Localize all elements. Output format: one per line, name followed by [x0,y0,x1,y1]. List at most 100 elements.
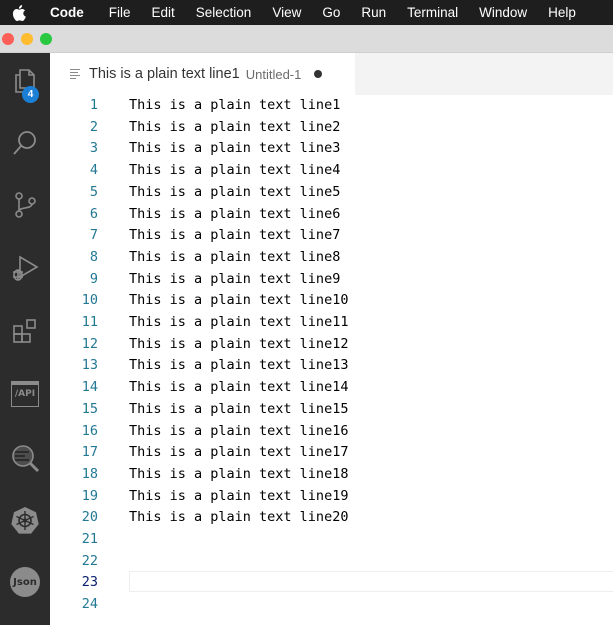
editor-line[interactable]: 15 This is a plain text line15 [50,399,613,421]
line-number: 4 [89,162,98,179]
line-text[interactable]: This is a plain text line20 [129,507,348,529]
line-text[interactable]: This is a plain text line9 [129,269,340,291]
editor-line[interactable]: 5 This is a plain text line5 [50,182,613,204]
editor-line[interactable]: 23 [50,571,613,594]
editor-line[interactable]: 13 This is a plain text line13 [50,355,613,377]
source-control-icon [11,191,39,219]
line-number: 23 [81,574,98,591]
line-text[interactable]: This is a plain text line12 [129,334,348,356]
line-number: 19 [81,487,98,504]
line-text[interactable]: This is a plain text line11 [129,312,348,334]
editor-line[interactable]: 19 This is a plain text line19 [50,486,613,508]
line-number: 17 [81,444,98,461]
menu-file[interactable]: File [109,5,131,20]
editor-line[interactable]: 3 This is a plain text line3 [50,138,613,160]
menu-terminal[interactable]: Terminal [407,5,458,20]
line-number: 5 [89,183,98,200]
editor-line[interactable]: 2 This is a plain text line2 [50,117,613,139]
line-number: 6 [89,205,98,222]
line-text[interactable]: This is a plain text line1 [129,95,340,117]
line-text[interactable]: This is a plain text line4 [129,160,340,182]
editor-line[interactable]: 22 [50,551,613,573]
line-number: 7 [89,227,98,244]
line-text[interactable]: This is a plain text line5 [129,182,340,204]
menu-view[interactable]: View [272,5,301,20]
line-text[interactable]: This is a plain text line14 [129,377,348,399]
line-text[interactable]: This is a plain text line6 [129,204,340,226]
menu-go[interactable]: Go [322,5,340,20]
line-text[interactable]: This is a plain text line17 [129,442,348,464]
json-icon: Json [10,567,40,597]
search-button[interactable] [0,118,50,168]
editor-line[interactable]: 20 This is a plain text line20 [50,507,613,529]
editor-line[interactable]: 17 This is a plain text line17 [50,442,613,464]
line-number: 11 [81,314,98,330]
editor-area[interactable]: 1 This is a plain text line1 2 This is a pl… [50,95,613,625]
editor-line[interactable]: 18 This is a plain text line18 [50,464,613,486]
menu-help[interactable]: Help [548,5,576,20]
menu-run[interactable]: Run [361,5,386,20]
line-number: 21 [81,531,98,547]
minimize-window-button[interactable] [21,33,33,45]
line-number: 2 [89,118,98,135]
run-debug-button[interactable] [0,243,50,293]
line-text[interactable]: This is a plain text line16 [129,421,348,443]
api-icon-label: /API [14,389,36,399]
line-number: 22 [81,552,98,569]
line-text[interactable]: This is a plain text line3 [129,138,340,160]
editor-line[interactable]: 14 This is a plain text line14 [50,377,613,399]
line-number: 10 [81,292,98,309]
menu-selection[interactable]: Selection [196,5,252,20]
line-number: 3 [89,140,98,157]
editor-line[interactable]: 4 This is a plain text line4 [50,160,613,182]
line-text[interactable]: This is a plain text line10 [129,290,348,312]
line-number: 1 [89,97,98,113]
line-text[interactable]: This is a plain text line2 [129,117,340,139]
line-number: 12 [81,335,98,352]
editor-line[interactable]: 16 This is a plain text line16 [50,421,613,443]
editor-line[interactable]: 7 This is a plain text line7 [50,225,613,247]
line-text[interactable]: This is a plain text line13 [129,355,348,377]
menu-app-name[interactable]: Code [50,5,84,20]
json-icon-label: Json [13,576,37,588]
editor-line[interactable]: 8 This is a plain text line8 [50,247,613,269]
line-number: 24 [81,596,98,613]
zoom-window-button[interactable] [40,33,52,45]
line-text[interactable]: This is a plain text line18 [129,464,348,486]
editor-tab[interactable]: This is a plain text line1 Untitled-1 [50,53,355,95]
inspect-icon [10,443,40,473]
line-number: 20 [81,509,98,526]
explorer-badge: 4 [22,86,39,103]
editor-line[interactable]: 6 This is a plain text line6 [50,204,613,226]
explorer-button[interactable]: 4 [0,56,50,106]
menu-edit[interactable]: Edit [152,5,175,20]
api-button[interactable]: /API [0,369,50,419]
current-line-highlight [129,571,613,593]
search-icon [11,129,39,157]
unsaved-dot-icon[interactable] [314,70,323,78]
json-button[interactable]: Json [0,557,50,607]
source-control-button[interactable] [0,180,50,230]
line-text[interactable]: This is a plain text line8 [129,247,340,269]
close-window-button[interactable] [2,33,14,45]
kubernetes-icon [10,505,40,535]
menu-window[interactable]: Window [479,5,527,20]
editor-line[interactable]: 24 [50,594,613,616]
tab-description: Untitled-1 [245,66,302,82]
editor-line[interactable]: 11 This is a plain text line11 [50,312,613,334]
extensions-button[interactable] [0,306,50,356]
extensions-icon [11,317,39,345]
editor-line[interactable]: 9 This is a plain text line9 [50,269,613,291]
editor-line[interactable]: 10 This is a plain text line10 [50,290,613,312]
editor-tab-bar: This is a plain text line1 Untitled-1 [50,53,613,95]
editor-line[interactable]: 21 [50,529,613,551]
kubernetes-button[interactable] [0,495,50,545]
line-text[interactable]: This is a plain text line19 [129,486,348,508]
editor-line[interactable]: 1 This is a plain text line1 [50,95,613,117]
line-number: 15 [81,400,98,417]
line-text[interactable]: This is a plain text line7 [129,225,340,247]
editor-line[interactable]: 12 This is a plain text line12 [50,334,613,356]
inspect-button[interactable] [0,433,50,483]
line-text[interactable]: This is a plain text line15 [129,399,348,421]
apple-menu-icon[interactable] [12,4,30,21]
